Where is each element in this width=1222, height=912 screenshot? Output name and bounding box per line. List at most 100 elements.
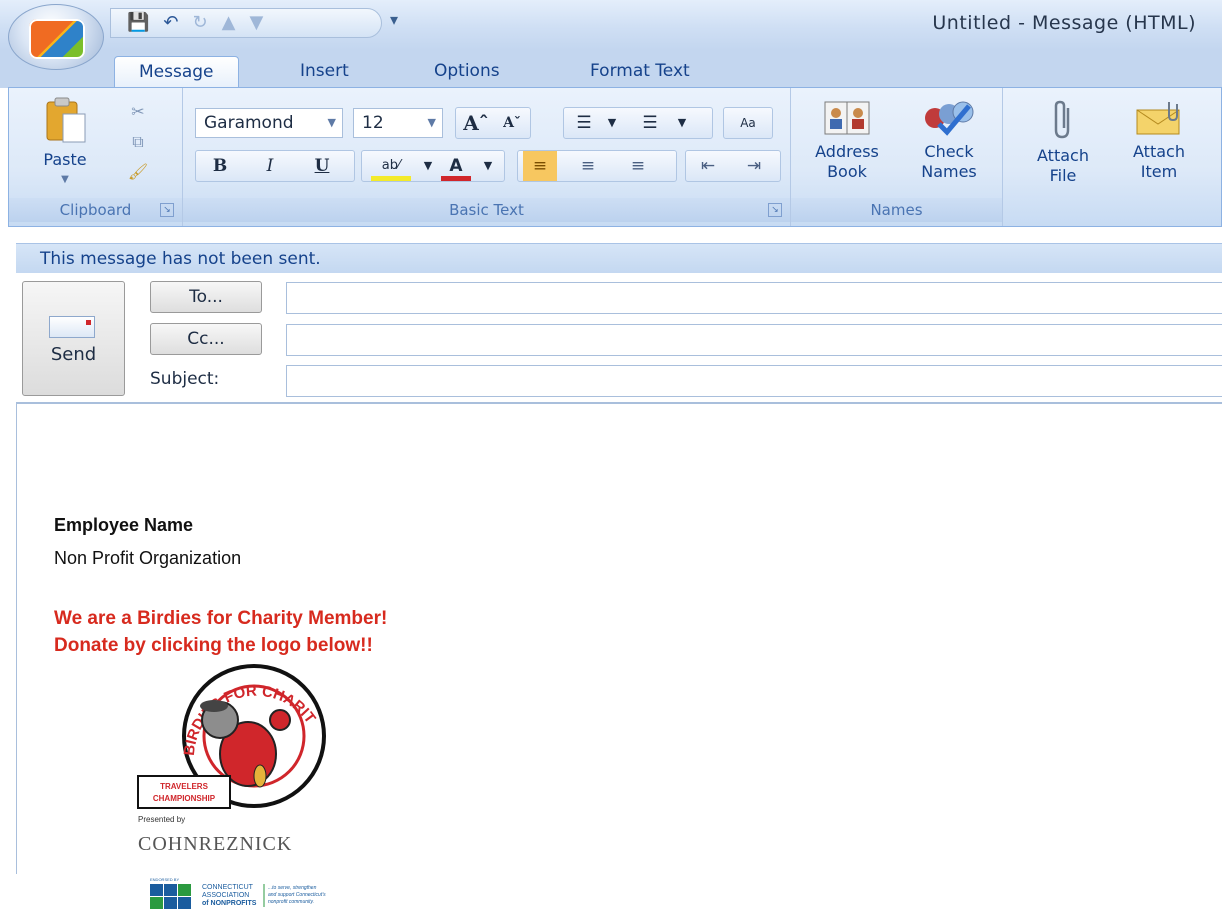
font-color-icon[interactable]: A xyxy=(441,151,471,181)
clipboard-launcher-icon[interactable]: ↘ xyxy=(160,203,174,217)
paste-button[interactable]: Paste ▼ xyxy=(31,96,99,190)
tab-format-text[interactable]: Format Text xyxy=(566,56,714,88)
window-title: Untitled - Message (HTML) xyxy=(932,12,1196,34)
ct-line-2: ASSOCIATION xyxy=(202,892,249,899)
names-group: Address Book Check Names Names xyxy=(791,88,1003,226)
redo-icon[interactable]: ↻ xyxy=(193,13,208,33)
office-button[interactable] xyxy=(8,4,104,70)
send-envelope-icon xyxy=(49,316,95,338)
to-button[interactable]: To... xyxy=(150,281,262,313)
tab-insert[interactable]: Insert xyxy=(276,56,373,88)
italic-button[interactable]: I xyxy=(255,151,285,181)
highlight-icon[interactable]: ab⁄ xyxy=(371,151,411,181)
ribbon: Paste ▼ ✂ ⧉ 🖌 Clipboard ↘ Garamond ▼ 12 … xyxy=(8,87,1222,227)
underline-button[interactable]: U xyxy=(307,151,337,181)
check-names-icon xyxy=(925,101,974,136)
ct-tagline-3: nonprofit community. xyxy=(268,899,314,905)
championship-text: CHAMPIONSHIP xyxy=(153,794,216,803)
font-size-value: 12 xyxy=(362,113,384,133)
customize-toolbar-icon[interactable]: ▾ xyxy=(390,10,398,29)
tab-options[interactable]: Options xyxy=(410,56,524,88)
format-painter-icon[interactable]: 🖌 xyxy=(127,162,149,182)
puzzle-icon xyxy=(150,884,163,896)
bullets-dropdown-icon[interactable]: ▼ xyxy=(597,108,627,138)
increase-indent-icon[interactable]: ⇥ xyxy=(739,151,769,181)
address-book-label-line1: Address xyxy=(815,142,879,161)
grow-font-icon[interactable]: Aˆ xyxy=(461,108,491,138)
numbering-icon[interactable]: ☰ xyxy=(635,108,665,138)
undo-icon[interactable]: ↶ xyxy=(163,13,178,33)
subject-field[interactable] xyxy=(286,365,1222,397)
shrink-font-icon[interactable]: Aˇ xyxy=(497,108,527,138)
ribbon-tabs: Message Insert Options Format Text xyxy=(0,50,1222,88)
clipboard-group: Paste ▼ ✂ ⧉ 🖌 Clipboard ↘ xyxy=(9,88,183,226)
previous-item-icon[interactable]: ▲ xyxy=(222,13,236,33)
cohnreznick-text: COHNREZNICK xyxy=(138,833,292,855)
envelope-icon xyxy=(1136,102,1180,135)
save-icon[interactable]: 💾 xyxy=(127,13,149,33)
address-book-icon xyxy=(824,101,870,135)
bullets-icon[interactable]: ☰ xyxy=(569,108,599,138)
attach-item-label-line2: Item xyxy=(1140,162,1178,181)
align-left-icon[interactable]: ≡ xyxy=(523,151,557,181)
basic-text-group-label: Basic Text xyxy=(183,198,790,222)
ct-nonprofits-endorsement: ENDORSED BY CONNECTICUT ASSOCIATION of N… xyxy=(150,877,326,909)
info-bar: This message has not been sent. xyxy=(16,243,1222,273)
font-name-combo[interactable]: Garamond ▼ xyxy=(195,108,343,138)
address-book-label-line2: Book xyxy=(827,162,867,181)
tab-message[interactable]: Message xyxy=(114,56,239,88)
font-size-combo[interactable]: 12 ▼ xyxy=(353,108,443,138)
attach-file-label-line2: File xyxy=(1049,166,1077,185)
paste-dropdown-icon[interactable]: ▼ xyxy=(31,170,99,190)
address-book-button[interactable]: Address Book xyxy=(801,100,893,182)
bird-fist-icon xyxy=(269,709,291,731)
styles-icon[interactable]: Aa xyxy=(733,108,763,138)
promo-line-1: We are a Birdies for Charity Member! xyxy=(54,608,388,629)
align-center-icon[interactable]: ≡ xyxy=(573,151,603,181)
basic-text-group: Garamond ▼ 12 ▼ Aˆ Aˇ ☰ ▼ ☰ ▼ Aa B I U a… xyxy=(183,88,791,226)
birdies-for-charity-logo[interactable]: BIRDIES FOR CHARITY TRAVELERS CHAMPIONSH… xyxy=(132,664,336,864)
names-group-label: Names xyxy=(791,198,1002,222)
copy-icon[interactable]: ⧉ xyxy=(127,132,149,152)
football-icon xyxy=(253,764,267,788)
ct-tagline-2: and support Connecticut's xyxy=(268,892,326,898)
check-names-button[interactable]: Check Names xyxy=(903,100,995,182)
attach-file-label-line1: Attach xyxy=(1037,146,1089,165)
check-names-label-line1: Check xyxy=(924,142,974,161)
endorsed-by-text: ENDORSED BY xyxy=(150,877,179,882)
check-names-label-line2: Names xyxy=(921,162,977,181)
send-label: Send xyxy=(50,344,97,365)
font-color-dropdown-icon[interactable]: ▼ xyxy=(473,151,503,181)
decrease-indent-icon[interactable]: ⇤ xyxy=(693,151,723,181)
to-field[interactable] xyxy=(286,282,1222,314)
numbering-dropdown-icon[interactable]: ▼ xyxy=(667,108,697,138)
signature-organization: Non Profit Organization xyxy=(54,548,242,568)
clipboard-icon xyxy=(46,97,86,143)
font-size-dropdown-icon[interactable]: ▼ xyxy=(428,109,436,137)
clipboard-group-label: Clipboard xyxy=(9,198,182,222)
attach-item-button[interactable]: Attach Item xyxy=(1117,100,1201,182)
attach-file-button[interactable]: Attach File xyxy=(1021,100,1105,186)
presented-by-text: Presented by xyxy=(138,815,185,824)
highlight-dropdown-icon[interactable]: ▼ xyxy=(413,151,443,181)
cc-button[interactable]: Cc... xyxy=(150,323,262,355)
basic-text-launcher-icon[interactable]: ↘ xyxy=(768,203,782,217)
attach-item-label-line1: Attach xyxy=(1133,142,1185,161)
cc-field[interactable] xyxy=(286,324,1222,356)
signature-employee-name: Employee Name xyxy=(54,515,194,535)
font-name-dropdown-icon[interactable]: ▼ xyxy=(328,109,336,137)
office-logo-icon xyxy=(29,19,85,59)
travelers-banner xyxy=(137,775,231,809)
quick-access-toolbar: 💾 ↶ ↻ ▲ ▼ xyxy=(110,8,382,38)
align-right-icon[interactable]: ≡ xyxy=(623,151,653,181)
ct-tagline-1: ...to serve, strengthen xyxy=(268,885,317,891)
bird-cap-icon xyxy=(200,700,228,712)
bold-button[interactable]: B xyxy=(205,151,235,181)
ct-line-3: of NONPROFITS xyxy=(202,900,257,907)
ct-line-1: CONNECTICUT xyxy=(202,884,254,891)
send-button[interactable]: Send xyxy=(22,281,125,396)
title-bar: 💾 ↶ ↻ ▲ ▼ ▾ Untitled - Message (HTML) xyxy=(0,0,1222,70)
next-item-icon[interactable]: ▼ xyxy=(249,13,263,33)
cut-icon[interactable]: ✂ xyxy=(127,102,149,122)
paperclip-icon xyxy=(1054,100,1070,139)
